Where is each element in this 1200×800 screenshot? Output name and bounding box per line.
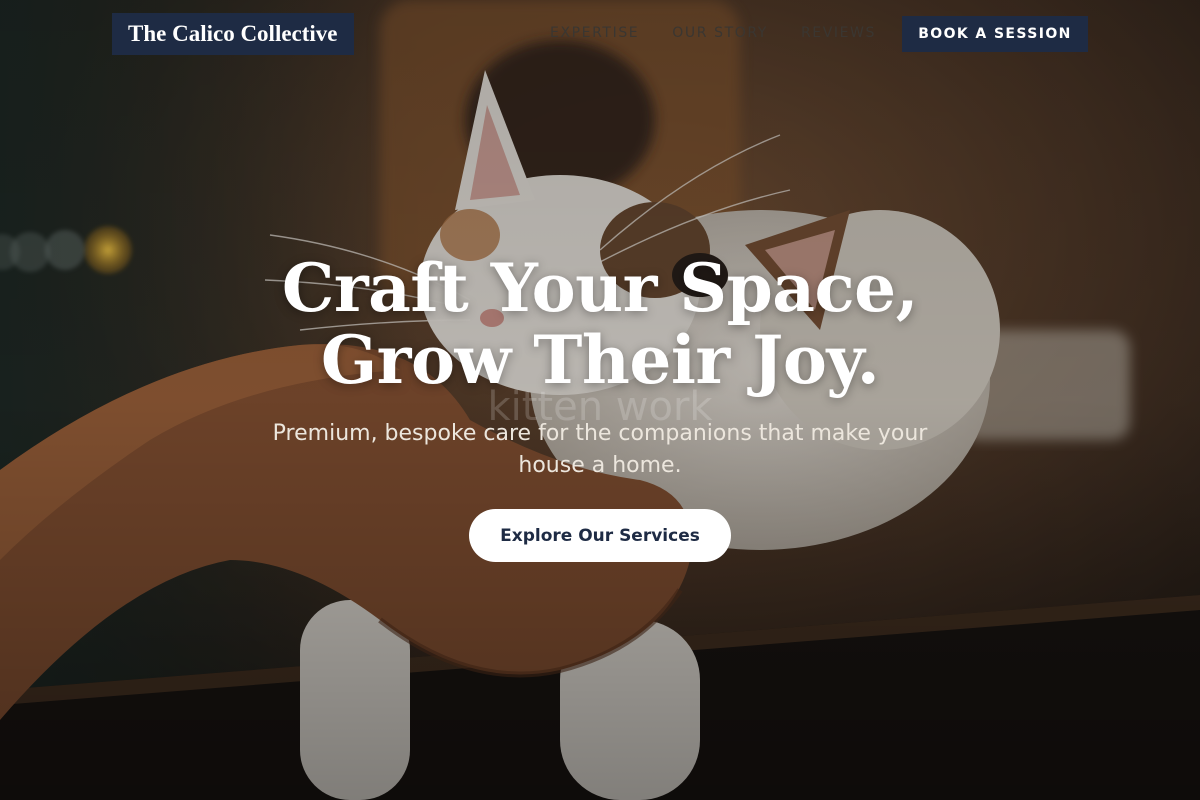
main-nav: EXPERTISE OUR STORY REVIEWS: [550, 24, 876, 42]
hero-subheading: Premium, bespoke care for the companions…: [272, 421, 928, 478]
brand-logo-text: The Calico Collective: [128, 21, 338, 46]
nav-link-our-story[interactable]: OUR STORY: [672, 24, 768, 42]
brand-logo[interactable]: The Calico Collective: [112, 13, 354, 55]
nav-link-expertise[interactable]: EXPERTISE: [550, 24, 639, 42]
hero-headline-line-1: Craft Your Space,: [281, 249, 919, 327]
explore-services-button[interactable]: Explore Our Services: [469, 509, 731, 562]
dark-overlay: [0, 0, 1200, 800]
nav-link-reviews[interactable]: REVIEWS: [801, 24, 876, 42]
book-session-button[interactable]: BOOK A SESSION: [902, 16, 1088, 52]
hero-headline: Craft Your Space, Grow Their Joy.: [0, 252, 1200, 396]
hero-headline-line-2: Grow Their Joy.: [320, 321, 880, 399]
